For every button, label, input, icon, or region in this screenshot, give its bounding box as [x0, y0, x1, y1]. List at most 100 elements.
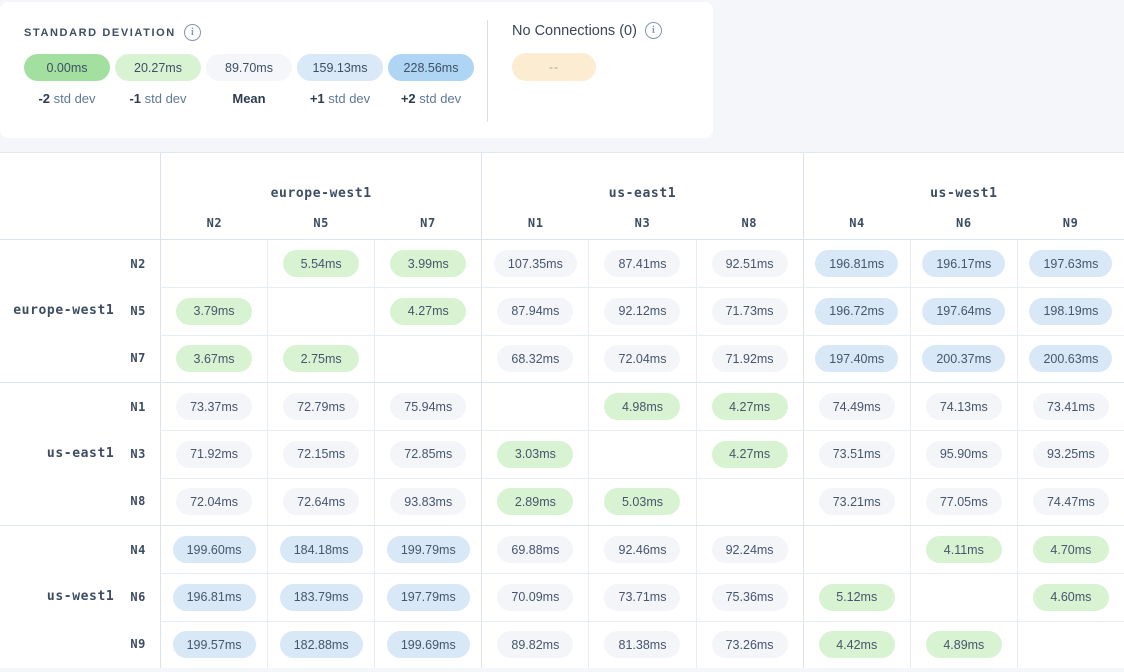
- latency-pill: 4.11ms: [926, 536, 1002, 563]
- latency-cell[interactable]: 4.60ms: [1017, 573, 1124, 620]
- latency-cell[interactable]: 73.51ms: [803, 430, 910, 477]
- latency-cell[interactable]: 107.35ms: [481, 240, 588, 287]
- latency-cell[interactable]: 74.47ms: [1017, 478, 1124, 525]
- latency-cell[interactable]: 73.26ms: [696, 621, 803, 668]
- column-node-label: N3: [589, 216, 696, 230]
- latency-cell[interactable]: 2.75ms: [267, 335, 374, 382]
- latency-cell[interactable]: 72.04ms: [588, 335, 695, 382]
- latency-cell[interactable]: 4.27ms: [696, 430, 803, 477]
- table-row: N25.54ms3.99ms107.35ms87.41ms92.51ms196.…: [0, 240, 1124, 287]
- latency-cell[interactable]: 75.36ms: [696, 573, 803, 620]
- latency-cell[interactable]: 182.88ms: [267, 621, 374, 668]
- latency-cell[interactable]: 70.09ms: [481, 573, 588, 620]
- latency-pill: 196.72ms: [815, 298, 898, 325]
- latency-cell[interactable]: 95.90ms: [910, 430, 1017, 477]
- latency-cell[interactable]: 196.72ms: [803, 287, 910, 334]
- latency-cell[interactable]: 72.15ms: [267, 430, 374, 477]
- latency-cell[interactable]: 71.92ms: [160, 430, 267, 477]
- latency-cell[interactable]: 73.71ms: [588, 573, 695, 620]
- std-dev-value-pill: 20.27ms: [115, 54, 201, 81]
- latency-cell[interactable]: 75.94ms: [374, 383, 481, 430]
- table-row: us-west1N6196.81ms183.79ms197.79ms70.09m…: [0, 573, 1124, 620]
- row-node-label: N2: [130, 257, 146, 271]
- latency-cell[interactable]: 5.54ms: [267, 240, 374, 287]
- latency-pill: 4.60ms: [1033, 584, 1109, 611]
- latency-cell[interactable]: 74.49ms: [803, 383, 910, 430]
- latency-cell[interactable]: 89.82ms: [481, 621, 588, 668]
- latency-cell[interactable]: 184.18ms: [267, 526, 374, 573]
- latency-cell[interactable]: 199.79ms: [374, 526, 481, 573]
- row-node-label: N3: [130, 447, 146, 461]
- latency-cell[interactable]: 199.60ms: [160, 526, 267, 573]
- info-icon[interactable]: i: [645, 22, 662, 39]
- latency-cell[interactable]: 74.13ms: [910, 383, 1017, 430]
- latency-cell[interactable]: 197.64ms: [910, 287, 1017, 334]
- latency-cell[interactable]: 68.32ms: [481, 335, 588, 382]
- latency-cell[interactable]: 4.98ms: [588, 383, 695, 430]
- latency-pill: 71.92ms: [176, 441, 252, 468]
- latency-cell[interactable]: 93.83ms: [374, 478, 481, 525]
- latency-cell[interactable]: 92.24ms: [696, 526, 803, 573]
- latency-matrix: europe-west1N2N5N7us-east1N1N3N8us-west1…: [0, 152, 1124, 668]
- latency-cell[interactable]: 3.99ms: [374, 240, 481, 287]
- latency-cell[interactable]: 196.17ms: [910, 240, 1017, 287]
- latency-cell[interactable]: 87.41ms: [588, 240, 695, 287]
- latency-cell[interactable]: 2.89ms: [481, 478, 588, 525]
- latency-cell[interactable]: 4.89ms: [910, 621, 1017, 668]
- latency-cell[interactable]: 71.73ms: [696, 287, 803, 334]
- latency-cell[interactable]: 199.57ms: [160, 621, 267, 668]
- info-icon[interactable]: i: [184, 24, 201, 41]
- std-dev-stop-label-rest: std dev: [50, 91, 96, 106]
- latency-cell[interactable]: 4.27ms: [374, 287, 481, 334]
- latency-pill: 87.41ms: [604, 250, 680, 277]
- latency-cell[interactable]: 197.79ms: [374, 573, 481, 620]
- std-dev-stop-label-bold: Mean: [232, 91, 265, 106]
- latency-cell[interactable]: 73.37ms: [160, 383, 267, 430]
- latency-pill: 4.42ms: [819, 631, 895, 658]
- latency-cell[interactable]: 199.69ms: [374, 621, 481, 668]
- latency-cell[interactable]: 4.70ms: [1017, 526, 1124, 573]
- latency-cell[interactable]: 73.21ms: [803, 478, 910, 525]
- latency-cell[interactable]: 197.63ms: [1017, 240, 1124, 287]
- latency-cell[interactable]: 200.63ms: [1017, 335, 1124, 382]
- latency-cell[interactable]: 197.40ms: [803, 335, 910, 382]
- latency-cell: [160, 240, 267, 287]
- latency-cell[interactable]: 198.19ms: [1017, 287, 1124, 334]
- latency-cell[interactable]: 5.12ms: [803, 573, 910, 620]
- latency-cell[interactable]: 72.79ms: [267, 383, 374, 430]
- latency-cell[interactable]: 72.64ms: [267, 478, 374, 525]
- latency-pill: 4.27ms: [712, 393, 788, 420]
- std-dev-title: STANDARD DEVIATION: [24, 27, 176, 39]
- latency-cell[interactable]: 183.79ms: [267, 573, 374, 620]
- latency-cell[interactable]: 92.46ms: [588, 526, 695, 573]
- latency-cell[interactable]: 4.42ms: [803, 621, 910, 668]
- latency-cell[interactable]: 4.27ms: [696, 383, 803, 430]
- latency-cell[interactable]: 69.88ms: [481, 526, 588, 573]
- latency-cell[interactable]: 77.05ms: [910, 478, 1017, 525]
- latency-cell[interactable]: 72.85ms: [374, 430, 481, 477]
- row-label-cell: europe-west1N5: [0, 287, 160, 334]
- latency-cell[interactable]: 3.79ms: [160, 287, 267, 334]
- latency-cell[interactable]: 92.12ms: [588, 287, 695, 334]
- column-node-label: N9: [1017, 216, 1124, 230]
- latency-cell[interactable]: 87.94ms: [481, 287, 588, 334]
- latency-pill: 72.15ms: [283, 441, 359, 468]
- latency-pill: 199.60ms: [173, 536, 256, 563]
- latency-cell[interactable]: 200.37ms: [910, 335, 1017, 382]
- std-dev-stop-label: -1 std dev: [129, 91, 186, 106]
- latency-cell[interactable]: 73.41ms: [1017, 383, 1124, 430]
- latency-cell[interactable]: 81.38ms: [588, 621, 695, 668]
- latency-cell[interactable]: 3.67ms: [160, 335, 267, 382]
- latency-cell[interactable]: 93.25ms: [1017, 430, 1124, 477]
- latency-cell[interactable]: 4.11ms: [910, 526, 1017, 573]
- latency-cell[interactable]: 3.03ms: [481, 430, 588, 477]
- latency-cell[interactable]: 72.04ms: [160, 478, 267, 525]
- latency-pill: 75.94ms: [390, 393, 466, 420]
- latency-cell[interactable]: 5.03ms: [588, 478, 695, 525]
- latency-cell[interactable]: 196.81ms: [160, 573, 267, 620]
- latency-cell[interactable]: 196.81ms: [803, 240, 910, 287]
- latency-cell[interactable]: 71.92ms: [696, 335, 803, 382]
- table-row: us-east1N371.92ms72.15ms72.85ms3.03ms4.2…: [0, 430, 1124, 477]
- latency-pill: 73.71ms: [604, 584, 680, 611]
- latency-cell[interactable]: 92.51ms: [696, 240, 803, 287]
